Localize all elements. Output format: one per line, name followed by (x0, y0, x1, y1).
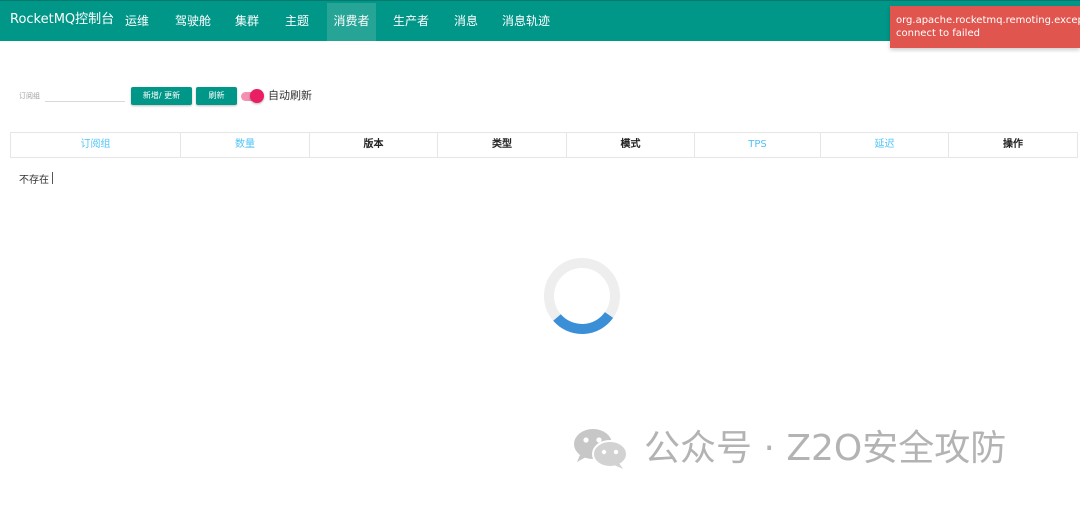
brand-title[interactable]: RocketMQ控制台 (10, 11, 114, 29)
watermark: 公众号 · Z2O安全攻防 (572, 425, 1042, 473)
nav-item-cluster[interactable]: 集群 (227, 3, 267, 41)
auto-refresh-label: 自动刷新 (268, 89, 312, 102)
column-header-mode: 模式 (566, 133, 694, 157)
loading-spinner-icon (544, 258, 620, 334)
wechat-icon (574, 429, 628, 469)
nav-item-ops[interactable]: 运维 (117, 3, 157, 41)
empty-state-text: 不存在 (19, 175, 49, 186)
column-header-subscription-group[interactable]: 订阅组 (10, 133, 180, 157)
toast-message-line1: org.apache.rocketmq.remoting.exception. (896, 15, 1080, 26)
error-toast[interactable]: org.apache.rocketmq.remoting.exception. … (890, 6, 1080, 48)
nav-item-message[interactable]: 消息 (446, 3, 486, 41)
toast-message-line2: connect to failed (896, 28, 980, 39)
consumer-table: 订阅组 数量 版本 类型 模式 TPS 延迟 操作 (10, 132, 1078, 158)
nav-item-topic[interactable]: 主题 (277, 3, 317, 41)
column-header-count[interactable]: 数量 (180, 133, 309, 157)
nav-item-producer[interactable]: 生产者 (386, 3, 436, 41)
subscription-group-input[interactable] (45, 88, 125, 102)
subscription-group-label: 订阅组 (19, 92, 40, 100)
column-header-actions: 操作 (948, 133, 1078, 157)
column-header-type: 类型 (437, 133, 566, 157)
refresh-button[interactable]: 刷新 (196, 87, 237, 105)
nav-item-consumer[interactable]: 消费者 (327, 3, 376, 41)
add-update-button[interactable]: 新增/ 更新 (131, 87, 192, 105)
toggle-knob[interactable] (250, 89, 264, 103)
nav-item-dashboard[interactable]: 驾驶舱 (168, 3, 218, 41)
column-header-version: 版本 (309, 133, 437, 157)
text-cursor (52, 172, 53, 184)
nav-item-message-trace[interactable]: 消息轨迹 (496, 3, 556, 41)
column-header-tps[interactable]: TPS (694, 133, 820, 157)
column-header-delay[interactable]: 延迟 (820, 133, 948, 157)
watermark-text: 公众号 · Z2O安全攻防 (644, 428, 1007, 469)
